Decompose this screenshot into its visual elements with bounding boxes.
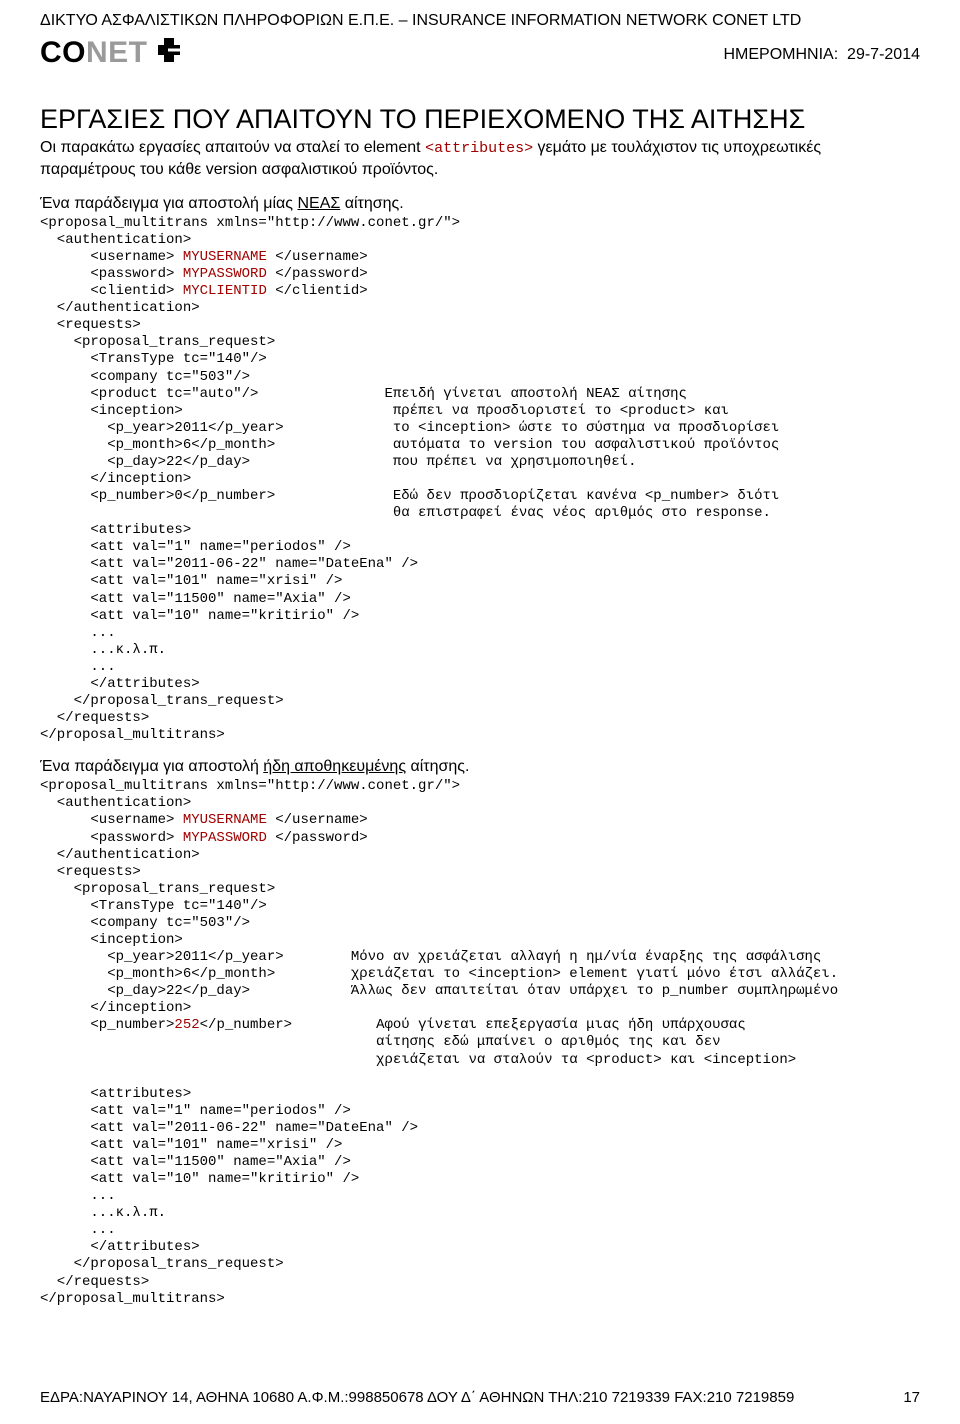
intro-pre: Οι παρακάτω εργασίες απαιτούν να σταλεί …: [40, 139, 425, 156]
example2-label-post: αίτησης.: [406, 758, 469, 775]
logo-part2: NET: [86, 36, 148, 70]
intro-paragraph: Οι παρακάτω εργασίες απαιτούν να σταλεί …: [40, 137, 920, 181]
example1-codeblock: <proposal_multitrans xmlns="http://www.c…: [40, 215, 920, 744]
example1-label-pre: Ένα παράδειγμα για αποστολή μίας: [40, 195, 297, 212]
example1-label-u: ΝΕΑΣ: [297, 195, 340, 212]
footer-page-number: 17: [903, 1389, 920, 1406]
example2-label: Ένα παράδειγμα για αποστολή ήδη αποθηκευ…: [40, 758, 920, 776]
date-label: ΗΜΕΡΟΜΗΝΙΑ:: [723, 46, 838, 63]
footer-address: ΕΔΡΑ:ΝΑΥΑΡΙΝΟΥ 14, ΑΘΗΝΑ 10680 Α.Φ.Μ.:99…: [40, 1389, 794, 1406]
example1-label: Ένα παράδειγμα για αποστολή μίας ΝΕΑΣ αί…: [40, 195, 920, 213]
example2-label-pre: Ένα παράδειγμα για αποστολή: [40, 758, 263, 775]
date-value: 29-7-2014: [847, 46, 920, 63]
example2-codeblock: <proposal_multitrans xmlns="http://www.c…: [40, 778, 920, 1307]
date-line: ΗΜΕΡΟΜΗΝΙΑ: 29-7-2014: [723, 46, 920, 64]
page-title: ΕΡΓΑΣΙΕΣ ΠΟΥ ΑΠΑΙΤΟΥΝ ΤΟ ΠΕΡΙΕΧΟΜΕΝΟ ΤΗΣ…: [40, 104, 920, 135]
org-header: ΔΙΚΤΥΟ ΑΣΦΑΛΙΣΤΙΚΩΝ ΠΛΗΡΟΦΟΡΙΩΝ Ε.Π.Ε. –…: [40, 12, 920, 30]
example2-label-u: ήδη αποθηκευμένης: [263, 758, 406, 775]
intro-code: <attributes>: [425, 140, 533, 157]
cross-glyph-icon: [154, 36, 184, 70]
logo: CONET: [40, 36, 184, 70]
example1-label-post: αίτησης.: [340, 195, 403, 212]
logo-part1: CO: [40, 36, 86, 70]
